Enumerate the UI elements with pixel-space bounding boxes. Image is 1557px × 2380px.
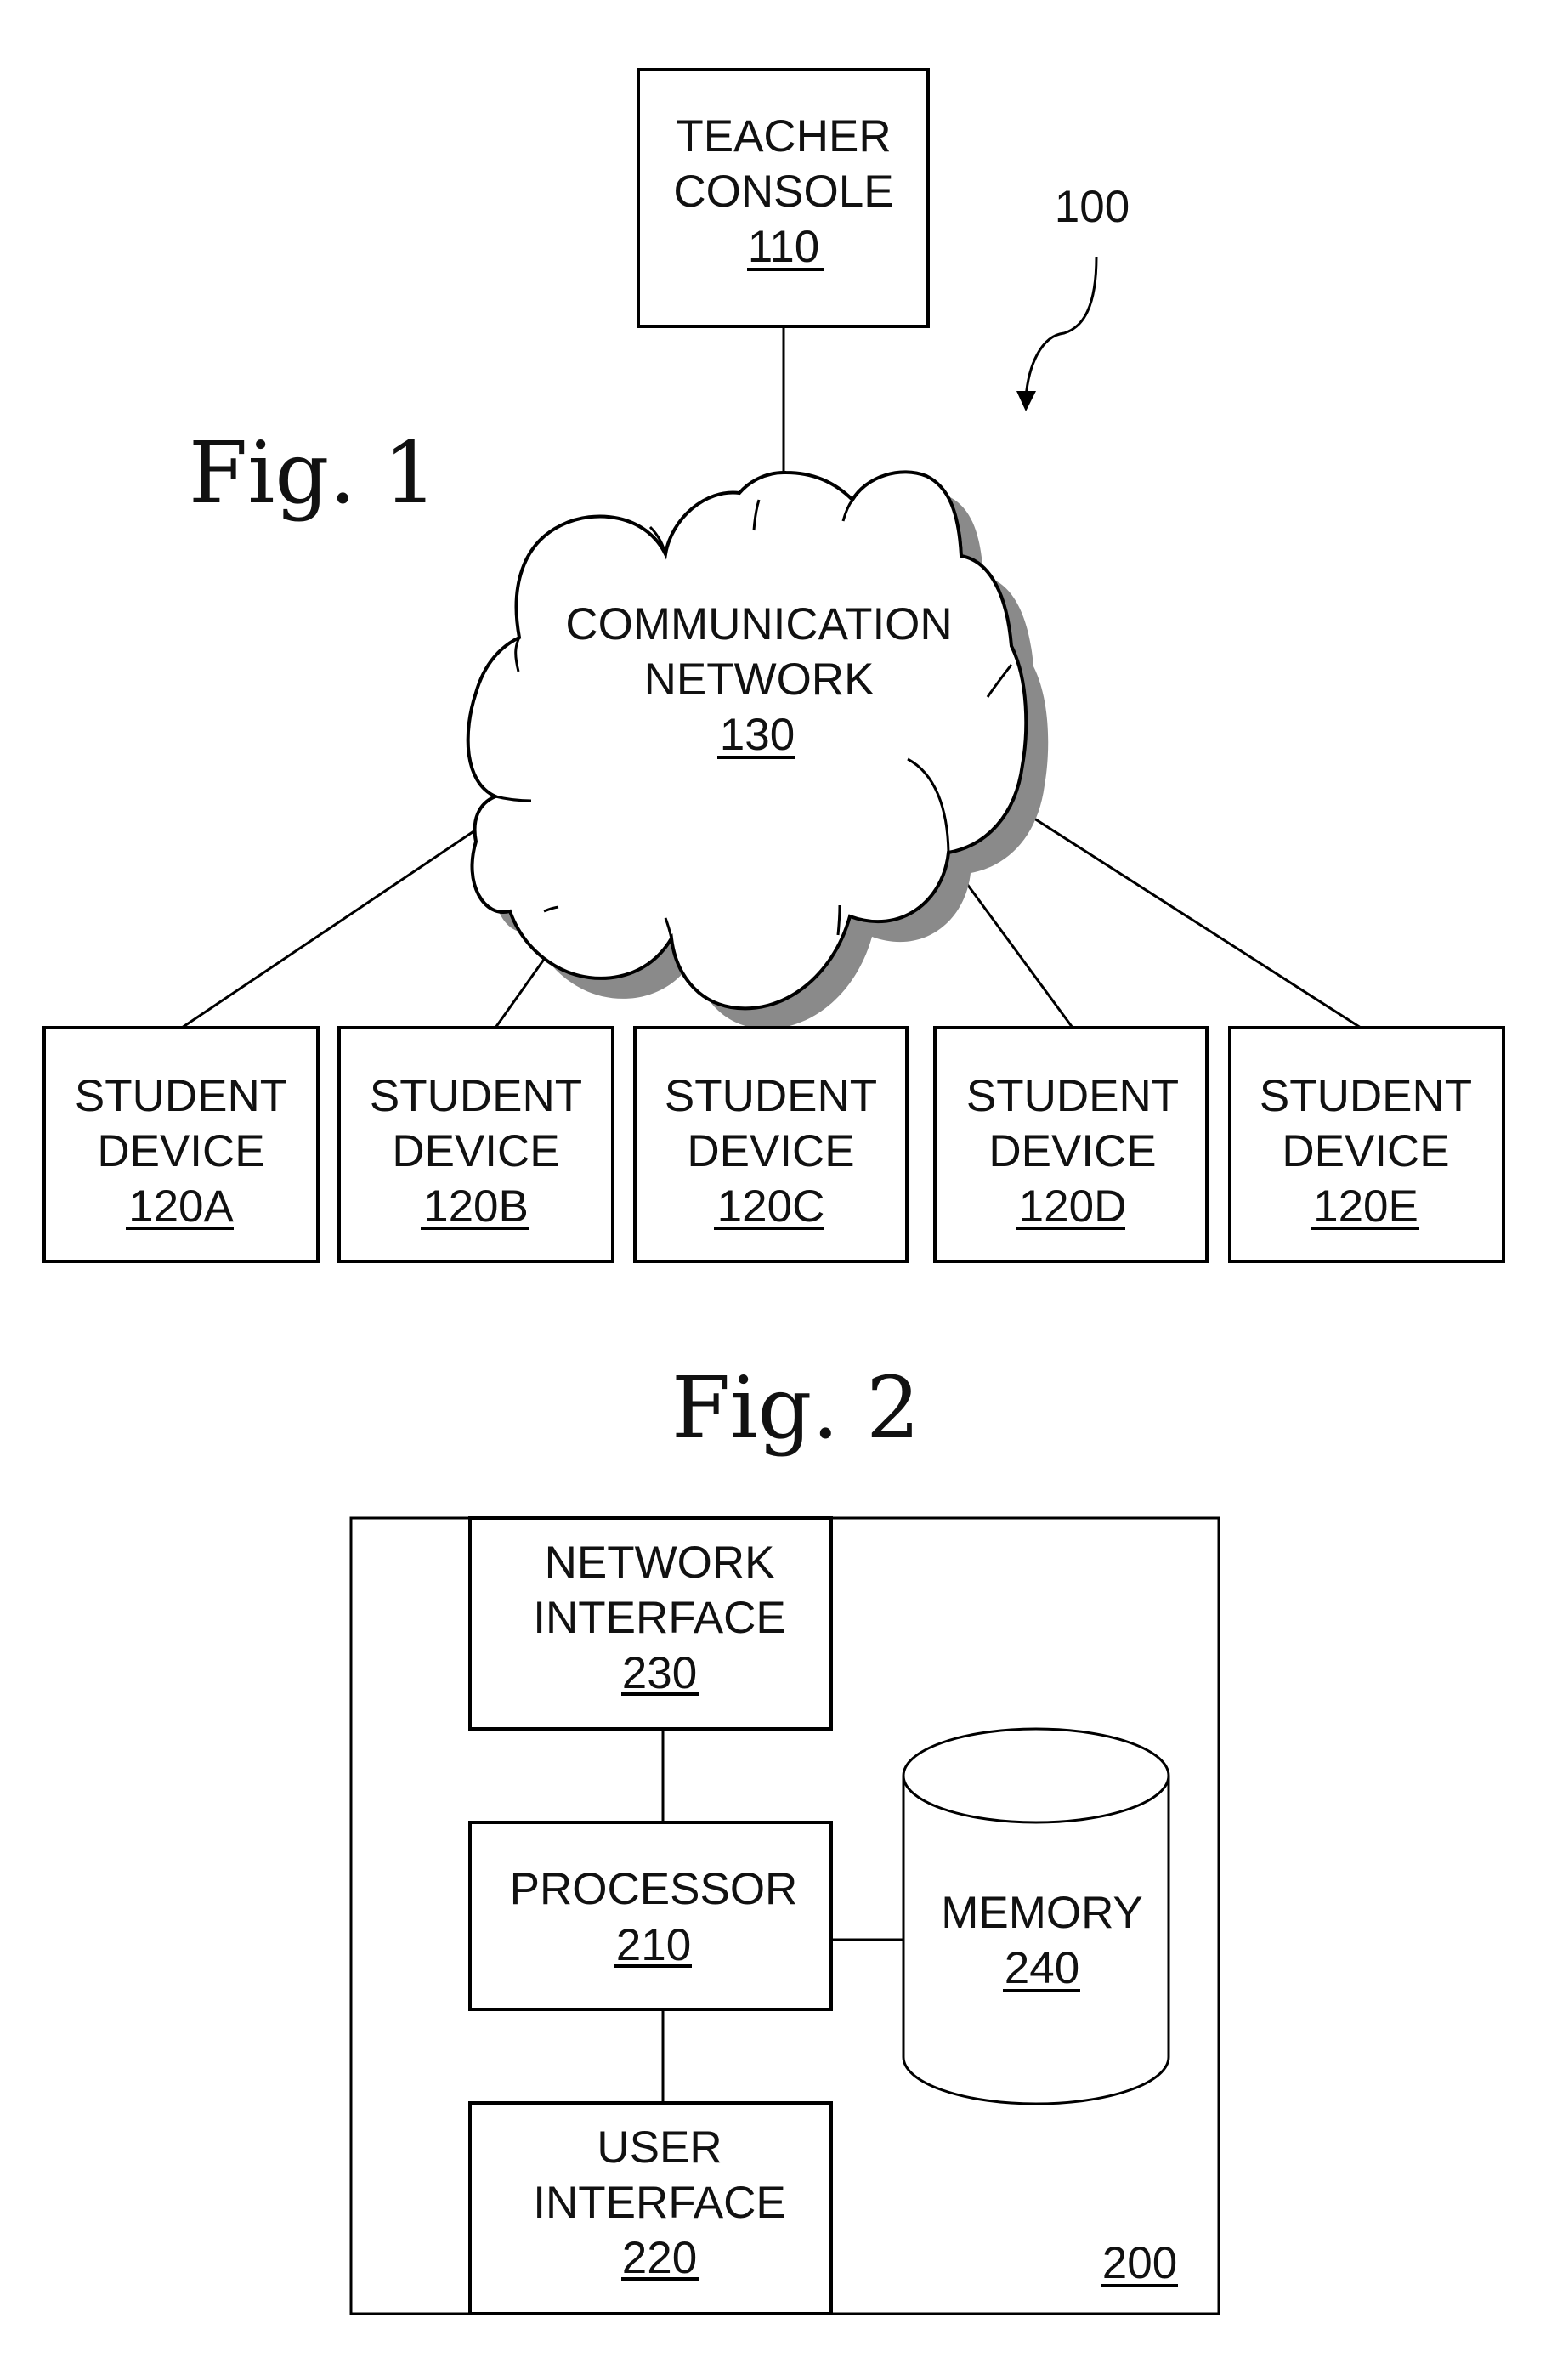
system-ref-label: 100 [1055, 182, 1130, 232]
figure-2: Fig. 2 200 NETWORK INTERFACE 230 PROCESS… [349, 1358, 1220, 2315]
student-device-label-line1: STUDENT [75, 1071, 287, 1121]
figure-1-title: Fig. 1 [189, 423, 438, 523]
student-device-120d: STUDENT DEVICE 120D [933, 1026, 1209, 1263]
student-device-label-line2: DEVICE [988, 1126, 1156, 1176]
student-device-label-line2: DEVICE [392, 1126, 559, 1176]
student-device-ref: 120A [128, 1182, 234, 1232]
student-device-ref: 120B [423, 1182, 529, 1232]
student-device-120b: STUDENT DEVICE 120B [337, 1026, 614, 1263]
processor-box: PROCESSOR 210 [468, 1821, 833, 2011]
student-device-120a: STUDENT DEVICE 120A [42, 1026, 320, 1263]
student-device-120c: STUDENT DEVICE 120C [633, 1026, 909, 1263]
network-label-line1: COMMUNICATION [565, 599, 952, 649]
figure-2-title: Fig. 2 [671, 1358, 920, 1458]
memory-ref: 240 [1005, 1943, 1079, 1993]
patent-drawing-sheet: Fig. 1 100 TEACHER CONSOLE 110 COMMUNICA… [42, 68, 1505, 2315]
student-device-label-line1: STUDENT [370, 1071, 582, 1121]
network-ref: 130 [720, 710, 795, 760]
user-interface-box: USER INTERFACE 220 [468, 2101, 833, 2315]
student-device-label-line1: STUDENT [1260, 1071, 1472, 1121]
teacher-console-box: TEACHER CONSOLE 110 [637, 68, 930, 328]
teacher-console-label-line1: TEACHER [676, 111, 891, 162]
processor-label: PROCESSOR [510, 1864, 798, 1914]
student-device-120e: STUDENT DEVICE 120E [1228, 1026, 1505, 1263]
connector-network-120a [181, 806, 510, 1029]
student-device-label-line1: STUDENT [966, 1071, 1179, 1121]
figure-1: Fig. 1 100 TEACHER CONSOLE 110 COMMUNICA… [42, 68, 1505, 1263]
teacher-console-label-line2: CONSOLE [673, 167, 893, 217]
database-icon [902, 1727, 1170, 1824]
network-interface-label-line2: INTERFACE [533, 1593, 785, 1643]
user-interface-label-line2: INTERFACE [533, 2178, 785, 2228]
student-device-label-line2: DEVICE [687, 1126, 854, 1176]
student-device-ref: 120D [1019, 1182, 1127, 1232]
reference-arrow-icon [1016, 256, 1098, 411]
student-device-ref: 120C [717, 1182, 825, 1232]
network-interface-label-line1: NETWORK [545, 1538, 775, 1588]
user-interface-label-line1: USER [597, 2122, 722, 2173]
device-200-ref: 200 [1102, 2238, 1177, 2288]
memory-label: MEMORY [941, 1888, 1143, 1938]
memory-cylinder: MEMORY 240 [902, 1727, 1170, 2105]
network-interface-box: NETWORK INTERFACE 230 [468, 1516, 833, 1731]
student-device-label-line2: DEVICE [1282, 1126, 1449, 1176]
student-device-ref: 120E [1313, 1182, 1418, 1232]
network-interface-ref: 230 [622, 1648, 697, 1698]
communication-network-cloud: COMMUNICATION NETWORK 130 [466, 470, 1049, 1029]
student-device-label-line1: STUDENT [665, 1071, 877, 1121]
network-label-line2: NETWORK [644, 654, 875, 705]
teacher-console-ref: 110 [748, 222, 820, 272]
processor-ref: 210 [616, 1920, 691, 1970]
student-device-label-line2: DEVICE [97, 1126, 264, 1176]
user-interface-ref: 220 [622, 2233, 697, 2283]
